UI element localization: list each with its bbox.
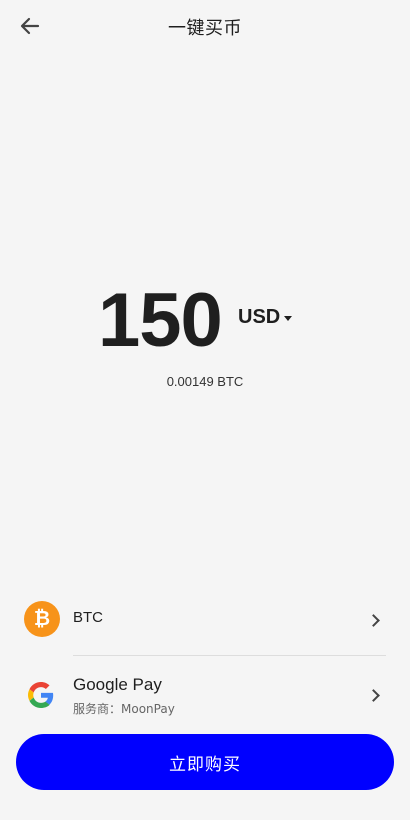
provider-label: 服务商：MoonPay <box>73 702 175 716</box>
page-title: 一键买币 <box>168 18 242 39</box>
top-bar: 一键买币 <box>0 0 410 52</box>
payment-method-label: Google Pay <box>73 675 162 694</box>
divider <box>73 655 386 656</box>
coin-label: BTC <box>73 609 103 626</box>
payment-method-row[interactable]: Google Pay 服务商：MoonPay <box>0 664 410 726</box>
chevron-right-icon <box>367 614 380 627</box>
coin-select-row[interactable]: ₿ BTC <box>0 589 410 651</box>
chevron-right-icon <box>367 689 380 702</box>
amount-value[interactable]: 150 <box>98 276 223 366</box>
amount-display: 150 USD <box>0 276 410 366</box>
caret-down-icon <box>284 316 293 321</box>
currency-selector[interactable]: USD <box>238 306 293 329</box>
conversion-text: 0.00149 BTC <box>166 374 244 389</box>
currency-label: USD <box>238 306 281 328</box>
bitcoin-icon: ₿ <box>24 601 60 637</box>
google-icon <box>28 682 54 708</box>
buy-now-button[interactable]: 立即购买 <box>16 734 394 790</box>
